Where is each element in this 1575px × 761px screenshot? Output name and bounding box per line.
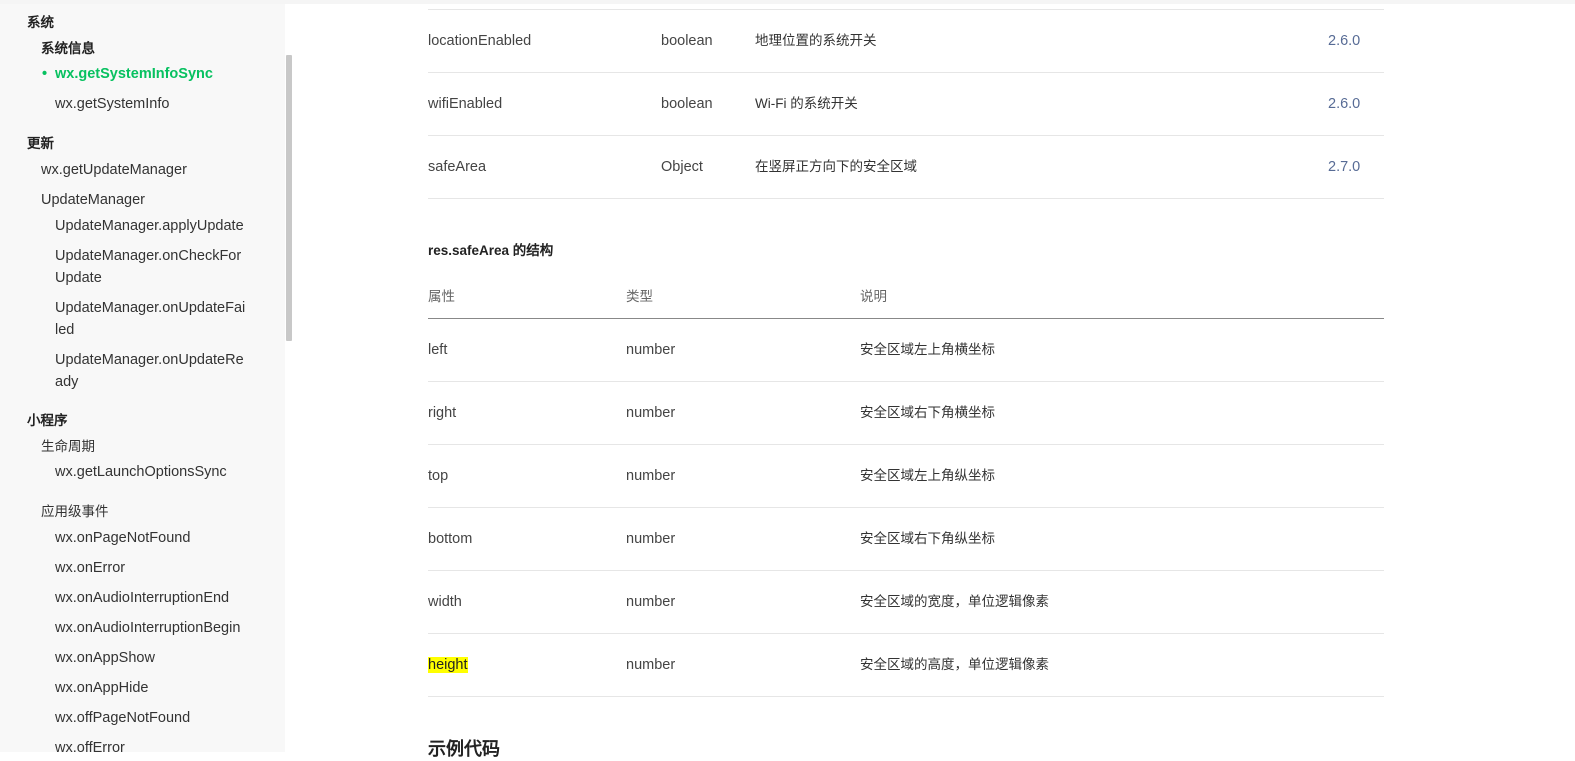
search-highlight: height [428, 657, 468, 673]
property-description: 在竖屏正方向下的安全区域 [755, 159, 917, 174]
sidebar-item-oncheckforupdate-line1[interactable]: UpdateManager.onCheckFor [55, 245, 241, 267]
table-row: top number 安全区域左上角纵坐标 [428, 445, 1384, 508]
property-description: 地理位置的系统开关 [755, 33, 877, 48]
property-type: number [626, 405, 676, 421]
sidebar-section-update[interactable]: 更新 [27, 133, 54, 155]
property-type: number [626, 531, 676, 547]
table-row: height number 安全区域的高度，单位逻辑像素 [428, 634, 1384, 697]
property-type: number [626, 657, 676, 673]
property-type: number [626, 342, 676, 358]
sidebar-nav: 系统 系统信息 • wx.getSystemInfoSync wx.getSyst… [0, 4, 285, 752]
table-row: locationEnabled boolean 地理位置的系统开关 2.6.0 [428, 10, 1384, 73]
sidebar-item-getupdatemanager[interactable]: wx.getUpdateManager [41, 159, 187, 181]
version-link[interactable]: 2.6.0 [1328, 73, 1360, 135]
table-row: left number 安全区域左上角横坐标 [428, 319, 1384, 382]
property-name: locationEnabled [428, 33, 532, 49]
property-name: wifiEnabled [428, 96, 503, 112]
sidebar-item-applyupdate[interactable]: UpdateManager.applyUpdate [55, 215, 244, 237]
sidebar-item-label: wx.getSystemInfoSync [55, 66, 213, 82]
property-description: 安全区域左上角横坐标 [860, 342, 995, 357]
property-type: number [626, 468, 676, 484]
property-name: left [428, 342, 448, 358]
sidebar-item-getsysteminfosync[interactable]: • wx.getSystemInfoSync [42, 63, 213, 85]
property-name-highlighted: height [428, 634, 468, 696]
property-description: 安全区域的高度，单位逻辑像素 [860, 657, 1049, 672]
property-name: safeArea [428, 159, 487, 175]
table-row: bottom number 安全区域右下角纵坐标 [428, 508, 1384, 571]
property-type: boolean [661, 33, 713, 49]
sidebar-item-oncheckforupdate-line2[interactable]: Update [55, 267, 102, 289]
sidebar-item-onupdateready-line1[interactable]: UpdateManager.onUpdateRe [55, 349, 244, 371]
sidebar-item-event[interactable]: wx.onAudioInterruptionEnd [55, 587, 229, 609]
sidebar-item-lifecycle[interactable]: 生命周期 [41, 436, 95, 458]
property-description: Wi-Fi 的系统开关 [755, 96, 858, 111]
safearea-section-title: res.safeArea 的结构 [428, 243, 554, 258]
table-header: 属性 类型 说明 [428, 280, 1384, 319]
property-name: width [428, 594, 462, 610]
sidebar-item-onupdatefailed-line1[interactable]: UpdateManager.onUpdateFai [55, 297, 245, 319]
active-bullet-icon: • [42, 66, 48, 82]
sidebar-item-event[interactable]: wx.onAppHide [55, 677, 149, 699]
property-description: 安全区域右下角纵坐标 [860, 531, 995, 546]
sidebar-scrollbar-thumb[interactable] [286, 55, 292, 341]
header-type: 类型 [626, 289, 653, 304]
property-description: 安全区域左上角纵坐标 [860, 468, 995, 483]
sidebar-item-onupdateready-line2[interactable]: ady [55, 371, 78, 393]
property-type: Object [661, 159, 703, 175]
property-description: 安全区域的宽度，单位逻辑像素 [860, 594, 1049, 609]
sidebar-item-system-info[interactable]: 系统信息 [41, 38, 95, 60]
property-type: number [626, 594, 676, 610]
sidebar-section-system[interactable]: 系统 [27, 12, 54, 34]
example-code-heading: 示例代码 [428, 739, 500, 759]
table-row: width number 安全区域的宽度，单位逻辑像素 [428, 571, 1384, 634]
property-name: top [428, 468, 449, 484]
version-link[interactable]: 2.6.0 [1328, 10, 1360, 72]
table-row: safeArea Object 在竖屏正方向下的安全区域 2.7.0 [428, 136, 1384, 199]
sidebar-item-updatemanager[interactable]: UpdateManager [41, 189, 145, 211]
table-row: right number 安全区域右下角横坐标 [428, 382, 1384, 445]
property-description: 安全区域右下角横坐标 [860, 405, 995, 420]
property-type: boolean [661, 96, 713, 112]
sidebar-item-event[interactable]: wx.offPageNotFound [55, 707, 190, 729]
property-name: right [428, 405, 457, 421]
header-description: 说明 [860, 289, 887, 304]
header-property: 属性 [428, 289, 455, 304]
sidebar-item-event[interactable]: wx.onAudioInterruptionBegin [55, 617, 240, 639]
sidebar-item-event[interactable]: wx.onAppShow [55, 647, 155, 669]
sidebar-item-getlaunchoptionssync[interactable]: wx.getLaunchOptionsSync [55, 461, 227, 483]
sidebar-item-app-events[interactable]: 应用级事件 [41, 501, 109, 523]
table-row: wifiEnabled boolean Wi-Fi 的系统开关 2.6.0 [428, 73, 1384, 136]
sidebar-item-event[interactable]: wx.onPageNotFound [55, 527, 190, 549]
property-name: bottom [428, 531, 473, 547]
sidebar-item-onupdatefailed-line2[interactable]: led [55, 319, 74, 341]
version-link[interactable]: 2.7.0 [1328, 136, 1360, 198]
sidebar-item-event[interactable]: wx.offError [55, 737, 125, 752]
sidebar-section-miniprogram[interactable]: 小程序 [27, 410, 68, 432]
sidebar-item-getsysteminfo[interactable]: wx.getSystemInfo [55, 93, 169, 115]
sidebar-item-event[interactable]: wx.onError [55, 557, 125, 579]
